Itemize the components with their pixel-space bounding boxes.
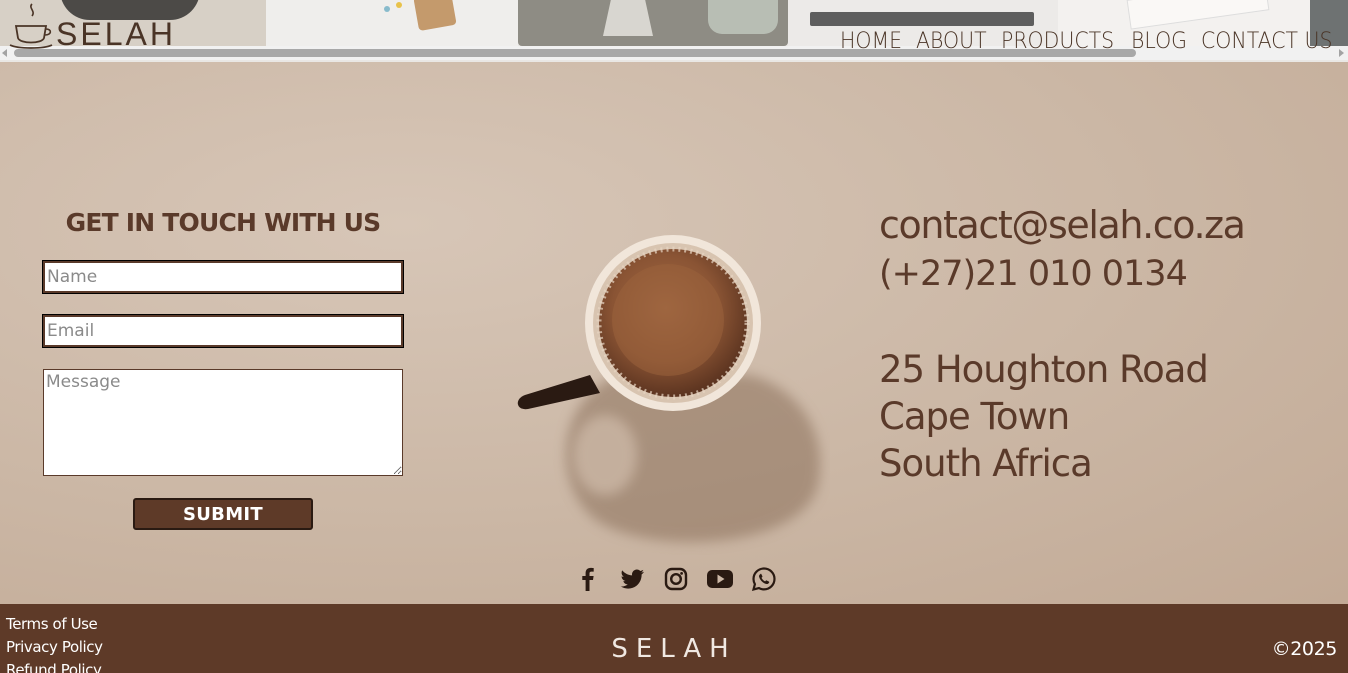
address-line: South Africa: [879, 442, 1093, 485]
email-input[interactable]: [42, 314, 404, 348]
banner-photo-2: [266, 0, 518, 46]
whatsapp-icon[interactable]: [750, 565, 778, 593]
contact-email[interactable]: contact@selah.co.za: [879, 200, 1246, 250]
nav-about[interactable]: ABOUT: [916, 28, 987, 56]
message-textarea[interactable]: [43, 369, 403, 476]
instagram-icon[interactable]: [662, 565, 690, 593]
main-nav: HOME ABOUT PRODUCTS BLOG CONTACT US: [840, 28, 1342, 56]
submit-button[interactable]: SUBMIT: [133, 498, 313, 530]
contact-details: contact@selah.co.za (+27)21 010 0134 25 …: [879, 200, 1246, 487]
footer-link-terms[interactable]: Terms of Use: [6, 615, 103, 634]
twitter-icon[interactable]: [618, 565, 646, 593]
youtube-icon[interactable]: [706, 565, 734, 593]
copyright-text: ©2025: [1271, 638, 1338, 660]
scroll-left-arrow-icon[interactable]: [2, 49, 7, 57]
address-line: 25 Houghton Road: [879, 348, 1209, 391]
address-line: Cape Town: [879, 395, 1070, 438]
nav-home[interactable]: HOME: [840, 28, 902, 56]
contact-address: 25 Houghton Road Cape Town South Africa: [879, 346, 1245, 487]
header-banner: SELAH HOME ABOUT PRODUCTS BLOG CONTACT U…: [0, 0, 1348, 62]
site-footer: Terms of Use Privacy Policy Refund Polic…: [0, 604, 1348, 673]
contact-phone[interactable]: (+27)21 010 0134: [879, 250, 1245, 298]
coffee-cup-logo-icon: [8, 2, 54, 52]
social-links: [574, 565, 778, 593]
form-title: GET IN TOUCH WITH US: [65, 208, 382, 237]
footer-brand: SELAH: [611, 634, 737, 664]
nav-contact-us[interactable]: CONTACT US: [1201, 28, 1332, 56]
nav-products[interactable]: PRODUCTS: [1001, 28, 1114, 56]
banner-photo-3: [518, 0, 788, 46]
site-logo[interactable]: SELAH: [8, 0, 176, 52]
coffee-cup-image: [500, 225, 830, 555]
name-input[interactable]: [42, 260, 404, 294]
nav-blog[interactable]: BLOG: [1131, 28, 1187, 56]
facebook-icon[interactable]: [574, 565, 602, 593]
logo-wordmark: SELAH: [56, 16, 176, 52]
